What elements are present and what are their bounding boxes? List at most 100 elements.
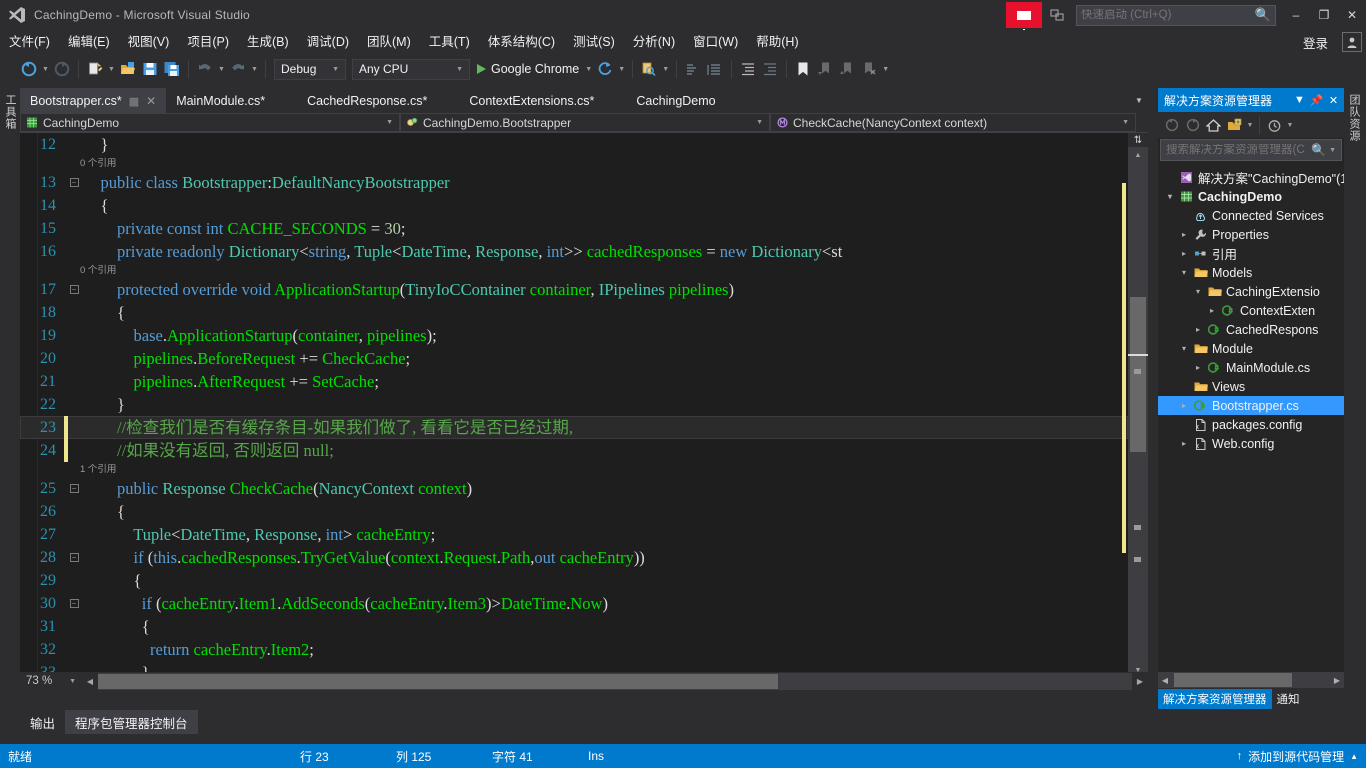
solution-explorer-search[interactable]: 🔍 ▼ — [1160, 139, 1342, 161]
collapsed-chevron-icon[interactable]: ▸ — [1176, 401, 1192, 410]
code-line[interactable]: 29 { — [20, 569, 1128, 592]
tree-item[interactable]: ▸ Web.config — [1158, 434, 1344, 453]
toolbox-tab[interactable]: 工具箱 — [0, 88, 20, 136]
code-line[interactable]: 32 return cacheEntry.Item2; — [20, 638, 1128, 661]
code-lens-reference[interactable]: 1 个引用 — [20, 462, 1128, 477]
expanded-chevron-icon[interactable]: ▾ — [1176, 344, 1192, 353]
scroll-right-icon[interactable]: ▶ — [1330, 676, 1344, 685]
editor-splitter-handle[interactable]: ⇅ — [1128, 133, 1148, 147]
menu-file[interactable]: 文件(F) — [0, 31, 59, 53]
new-project-dropdown-icon[interactable]: ▼ — [106, 58, 117, 80]
show-all-files-icon[interactable] — [1224, 115, 1245, 136]
increase-indent-icon[interactable] — [737, 58, 759, 80]
code-line[interactable]: 12 } — [20, 133, 1128, 156]
package-manager-console-tab[interactable]: 程序包管理器控制台 — [65, 710, 198, 734]
fold-toggle-icon[interactable]: − — [68, 599, 80, 608]
chevron-down-icon[interactable]: ▼ — [1326, 147, 1339, 154]
code-line[interactable]: 14 { — [20, 194, 1128, 217]
output-tab[interactable]: 输出 — [20, 710, 65, 734]
status-source-control[interactable]: ↑ 添加到源代码管理 ▲ — [1237, 748, 1366, 765]
solution-explorer-horizontal-scrollbar[interactable]: ◀ ▶ — [1158, 672, 1344, 688]
start-debugging-dropdown-icon[interactable]: ▼ — [583, 58, 594, 80]
scroll-right-icon[interactable]: ▶ — [1132, 673, 1148, 690]
scroll-left-icon[interactable]: ◀ — [1158, 676, 1172, 685]
comment-icon[interactable] — [682, 58, 704, 80]
fold-toggle-icon[interactable]: − — [68, 553, 80, 562]
back-icon[interactable] — [1161, 115, 1182, 136]
home-icon[interactable] — [1203, 115, 1224, 136]
menu-build[interactable]: 生成(B) — [238, 31, 298, 53]
quick-launch-input[interactable] — [1081, 9, 1255, 21]
account-icon[interactable] — [1342, 32, 1362, 52]
expanded-chevron-icon[interactable]: ▾ — [1190, 287, 1206, 296]
fold-toggle-icon[interactable]: − — [68, 285, 80, 294]
code-text-area[interactable]: 12 } 0 个引用 13− public class Bootstrapper:D… — [20, 133, 1128, 690]
screenshot-icon[interactable] — [1044, 2, 1070, 28]
document-tab-contextextensions[interactable]: ContextExtensions.cs* — [459, 88, 605, 113]
save-icon[interactable] — [139, 58, 161, 80]
code-line[interactable]: 18 { — [20, 301, 1128, 324]
code-line[interactable]: 16 private readonly Dictionary<string, T… — [20, 240, 1128, 263]
next-bookmark-icon[interactable] — [836, 58, 858, 80]
navigate-back-icon[interactable] — [18, 58, 40, 80]
code-line[interactable]: 28 − if (this.cachedResponses.TryGetValue… — [20, 546, 1128, 569]
tree-item[interactable]: ▾ CachingExtensio — [1158, 282, 1344, 301]
feedback-flag-icon[interactable] — [1006, 2, 1042, 36]
tree-item[interactable]: ▸ 引用 — [1158, 244, 1344, 263]
expanded-chevron-icon[interactable]: ▾ — [1176, 268, 1192, 277]
code-lens-reference[interactable]: 0 个引用 — [20, 156, 1128, 171]
code-line[interactable]: 24 //如果没有返回, 否则返回 null; — [20, 439, 1128, 462]
close-button[interactable]: ✕ — [1338, 1, 1366, 29]
collapsed-chevron-icon[interactable]: ▸ — [1176, 249, 1192, 258]
fold-toggle-icon[interactable]: − — [68, 178, 80, 187]
pin-icon[interactable]: ▩ — [129, 95, 139, 108]
code-line[interactable]: 17 − protected override void ApplicationS… — [20, 278, 1128, 301]
code-line[interactable]: 30 − if (cacheEntry.Item1.AddSeconds(cach… — [20, 592, 1128, 615]
toolbar-overflow-icon[interactable]: ▼ — [880, 58, 891, 80]
redo-icon[interactable] — [227, 58, 249, 80]
tree-item[interactable]: ▸ MainModule.cs — [1158, 358, 1344, 377]
code-line[interactable]: 31 { — [20, 615, 1128, 638]
document-tab-bootstrapper[interactable]: Bootstrapper.cs* ▩ ✕ — [20, 88, 167, 113]
collapsed-chevron-icon[interactable]: ▸ — [1204, 306, 1220, 315]
navigate-back-dropdown-icon[interactable]: ▼ — [40, 58, 51, 80]
chevron-down-icon[interactable]: ▼ — [1291, 89, 1308, 111]
close-icon[interactable]: ✕ — [1325, 89, 1342, 111]
tree-item[interactable]: ▾ Module — [1158, 339, 1344, 358]
menu-help[interactable]: 帮助(H) — [747, 31, 807, 53]
redo-dropdown-icon[interactable]: ▼ — [249, 58, 260, 80]
code-line[interactable]: 26 { — [20, 500, 1128, 523]
menu-team[interactable]: 团队(M) — [358, 31, 420, 53]
menu-view[interactable]: 视图(V) — [119, 31, 179, 53]
code-line[interactable]: 21 pipelines.AfterRequest += SetCache; — [20, 370, 1128, 393]
solution-platform-combo[interactable]: Any CPU ▼ — [352, 58, 470, 80]
scroll-left-icon[interactable]: ◀ — [82, 673, 98, 690]
expanded-chevron-icon[interactable]: ▾ — [1162, 192, 1178, 201]
menu-debug[interactable]: 调试(D) — [298, 31, 358, 53]
menu-analyze[interactable]: 分析(N) — [624, 31, 684, 53]
minimize-button[interactable]: – — [1282, 1, 1310, 29]
find-options-dropdown-icon[interactable]: ▼ — [660, 58, 671, 80]
code-line[interactable]: 25 − public Response CheckCache(NancyCont… — [20, 477, 1128, 500]
editor-vertical-scrollbar[interactable]: ▲ ▼ — [1128, 147, 1148, 678]
tree-item[interactable]: Views — [1158, 377, 1344, 396]
code-line[interactable]: 22 } — [20, 393, 1128, 416]
previous-bookmark-icon[interactable] — [814, 58, 836, 80]
bottom-tab-notifications[interactable]: 通知 — [1272, 689, 1305, 709]
find-in-files-icon[interactable] — [638, 58, 660, 80]
code-editor[interactable]: 12 } 0 个引用 13− public class Bootstrapper:D… — [20, 133, 1148, 690]
bottom-tab-solution-explorer[interactable]: 解决方案资源管理器 — [1158, 689, 1272, 709]
menu-test[interactable]: 测试(S) — [564, 31, 624, 53]
collapsed-chevron-icon[interactable]: ▸ — [1190, 363, 1206, 372]
solution-explorer-tree[interactable]: 解决方案"CachingDemo"(1 ▾ CachingDemo Connected… — [1158, 168, 1344, 666]
document-tab-mainmodule[interactable]: MainModule.cs* — [166, 88, 276, 113]
solution-configuration-combo[interactable]: Debug ▼ — [274, 58, 346, 80]
menu-window[interactable]: 窗口(W) — [684, 31, 747, 53]
team-explorer-tab[interactable]: 团队资源 — [1344, 88, 1364, 148]
maximize-button[interactable]: ❐ — [1310, 1, 1338, 29]
undo-icon[interactable] — [194, 58, 216, 80]
menu-architecture[interactable]: 体系结构(C) — [479, 31, 564, 53]
code-line[interactable]: 13 − public class Bootstrapper:DefaultNan… — [20, 171, 1128, 194]
document-tab-cachingdemo[interactable]: CachingDemo — [626, 88, 726, 113]
code-line[interactable]: 27 Tuple<DateTime, Response, int> cacheE… — [20, 523, 1128, 546]
